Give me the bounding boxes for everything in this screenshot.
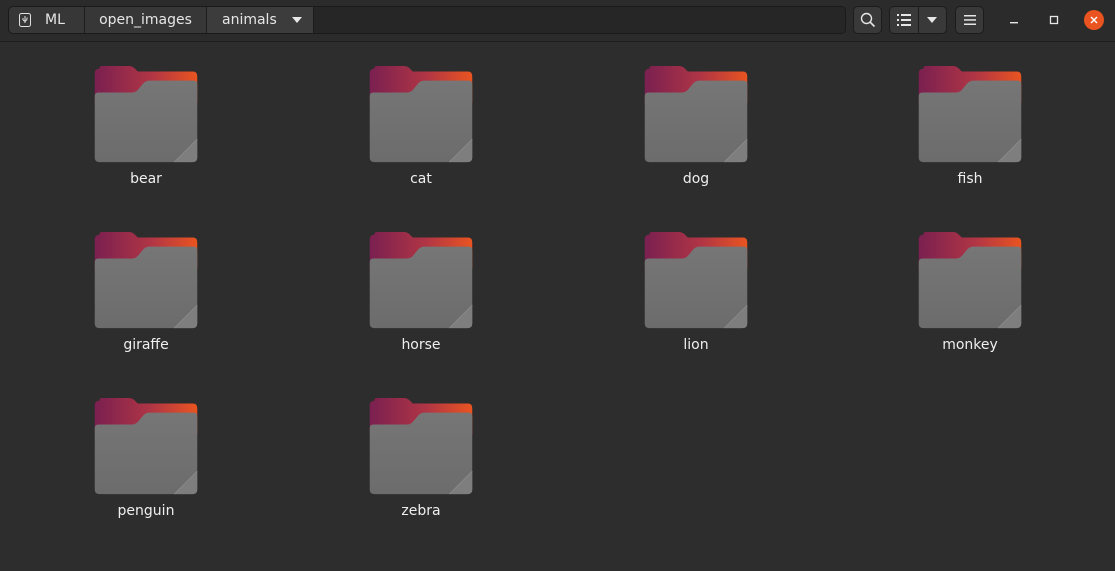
breadcrumb-item-open-images[interactable]: open_images: [85, 7, 207, 33]
maximize-icon: [1049, 15, 1059, 25]
folder-item-penguin[interactable]: penguin: [71, 374, 221, 519]
folder-icon: [94, 232, 198, 329]
folder-item-zebra[interactable]: zebra: [346, 374, 496, 519]
chevron-down-icon: [927, 17, 938, 23]
breadcrumb-item-ml[interactable]: ML: [9, 7, 85, 33]
folder-label: fish: [957, 171, 983, 187]
folder-icon: [369, 66, 473, 163]
folder-item-monkey[interactable]: monkey: [895, 208, 1045, 353]
folder-label: penguin: [117, 503, 175, 519]
folder-icon: [369, 232, 473, 329]
folder-item-cat[interactable]: cat: [346, 42, 496, 187]
maximize-button[interactable]: [1044, 10, 1064, 30]
folder-item-bear[interactable]: bear: [71, 42, 221, 187]
folder-label: zebra: [401, 503, 441, 519]
folder-icon: [918, 66, 1022, 163]
folder-label: bear: [130, 171, 162, 187]
folder-label: lion: [683, 337, 709, 353]
header-bar: ML open_images animals: [0, 0, 1115, 42]
breadcrumb-item-animals[interactable]: animals: [207, 7, 314, 33]
folder-icon: [369, 398, 473, 495]
file-manager-window: ML open_images animals bear cat dog fish…: [0, 0, 1115, 571]
breadcrumb-label: ML: [45, 12, 65, 28]
chevron-down-icon[interactable]: [291, 17, 302, 23]
folder-item-horse[interactable]: horse: [346, 208, 496, 353]
view-options-button[interactable]: [919, 7, 947, 33]
minimize-icon: [1010, 22, 1018, 24]
folder-icon: [918, 232, 1022, 329]
list-view-button[interactable]: [890, 7, 919, 33]
breadcrumb-label: animals: [222, 12, 277, 28]
close-button[interactable]: [1084, 10, 1104, 30]
folder-label: horse: [401, 337, 441, 353]
folder-item-lion[interactable]: lion: [621, 208, 771, 353]
usb-drive-icon: [19, 13, 31, 27]
folder-icon: [94, 398, 198, 495]
folder-label: giraffe: [123, 337, 169, 353]
folder-label: monkey: [942, 337, 998, 353]
hamburger-menu-icon: [963, 15, 976, 25]
breadcrumb-label: open_images: [99, 12, 192, 28]
folder-item-dog[interactable]: dog: [621, 42, 771, 187]
breadcrumb: ML open_images animals: [8, 6, 846, 34]
folder-label: dog: [682, 171, 710, 187]
list-view-icon: [896, 14, 911, 26]
search-button[interactable]: [853, 6, 882, 34]
folder-item-giraffe[interactable]: giraffe: [71, 208, 221, 353]
folder-icon: [644, 232, 748, 329]
folder-icon: [94, 66, 198, 163]
search-icon: [860, 12, 875, 28]
folder-label: cat: [410, 171, 432, 187]
close-icon: [1090, 16, 1098, 24]
folder-icon: [644, 66, 748, 163]
folder-grid: bear cat dog fish giraffe horse lion mon…: [0, 42, 1115, 571]
minimize-button[interactable]: [1004, 10, 1024, 30]
view-toggle-group: [889, 6, 947, 34]
main-menu-button[interactable]: [955, 6, 984, 34]
pathbar-empty-area[interactable]: [314, 7, 845, 33]
folder-item-fish[interactable]: fish: [895, 42, 1045, 187]
